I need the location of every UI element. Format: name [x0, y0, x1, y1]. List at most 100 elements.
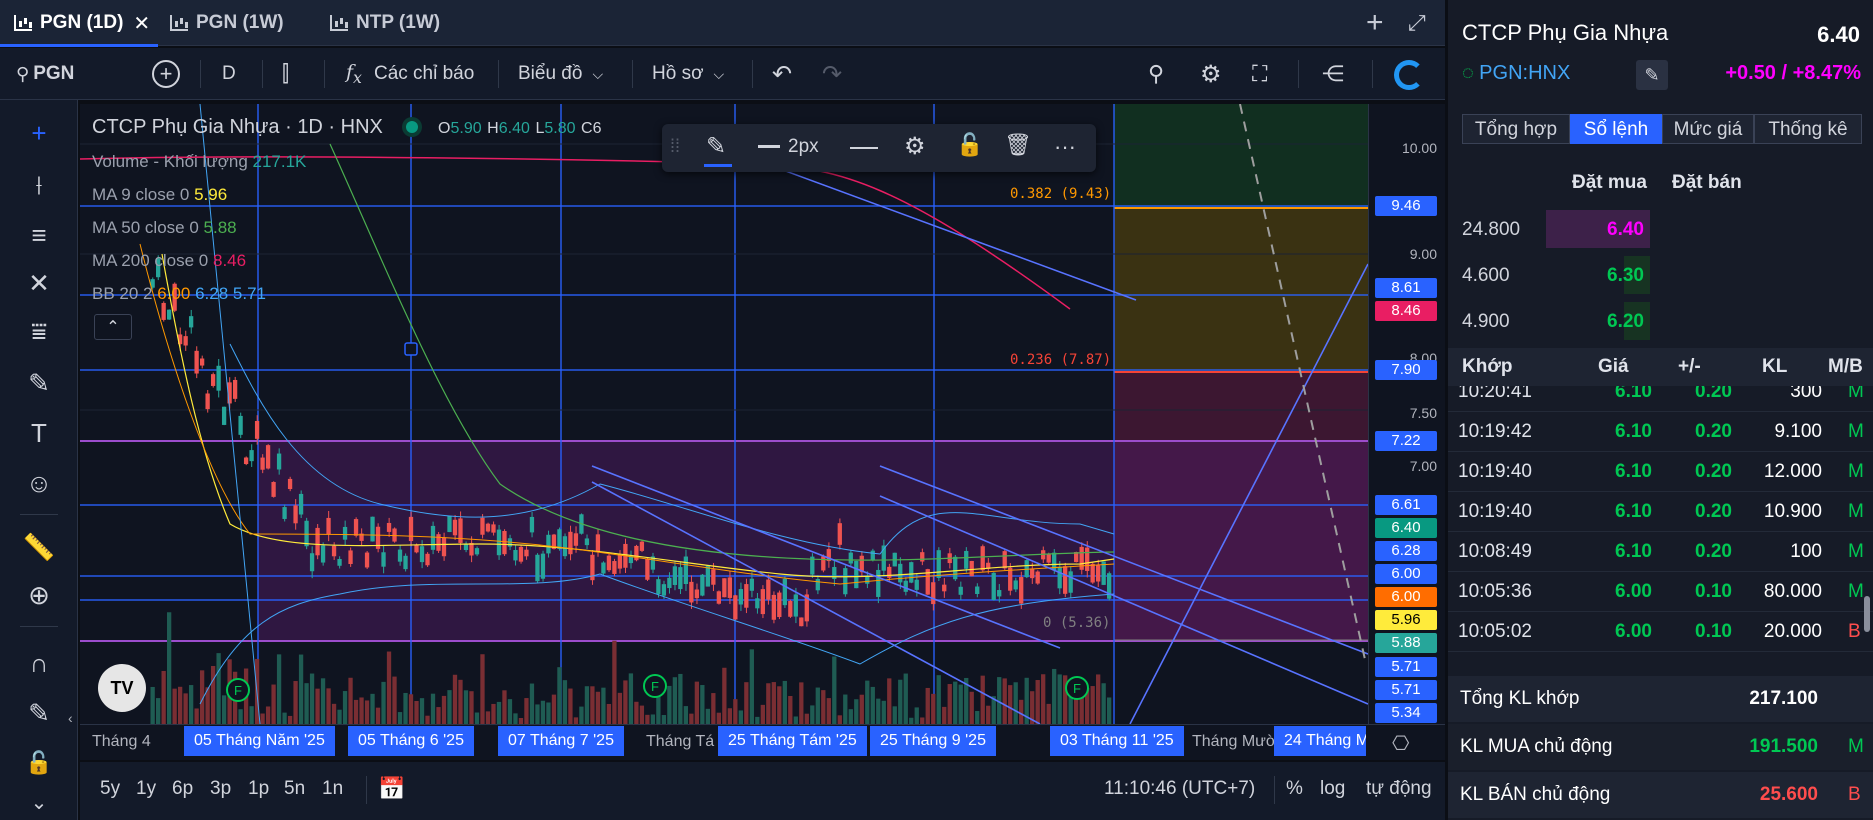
collapse-legend-button[interactable]: ⌃ — [94, 314, 132, 340]
range-1d[interactable]: 1n — [322, 778, 343, 800]
range-3m[interactable]: 3p — [210, 778, 231, 800]
fib-tool-icon[interactable]: ⩸ — [22, 314, 56, 348]
clock-label[interactable]: 11:10:46 (UTC+7) — [1104, 778, 1255, 800]
candle-body — [557, 529, 562, 549]
price-chart[interactable]: F F F 0.382 (9.43) 0.236 (7.87) 0 (5.36)… — [80, 104, 1368, 724]
auto-scale-toggle[interactable]: tự động — [1366, 778, 1432, 800]
time-axis[interactable]: Tháng 4 Tháng Tá Tháng Mười 05 Tháng Năm… — [80, 724, 1445, 760]
candle-type-icon[interactable]: ⫿ — [282, 60, 289, 88]
tab-pgn-1d[interactable]: PGN (1D) ✕ — [14, 10, 150, 36]
range-1m[interactable]: 1p — [248, 778, 269, 800]
add-tab-icon[interactable]: + — [1366, 6, 1384, 40]
range-5d[interactable]: 5n — [284, 778, 305, 800]
date-range-icon[interactable]: 📅 — [378, 776, 405, 802]
volume-bar — [986, 705, 991, 724]
tab-ntp-1w[interactable]: NTP (1W) — [330, 10, 440, 36]
symbol-search[interactable]: ⚲ PGN — [16, 60, 74, 88]
ma9-legend[interactable]: MA 9 close 0 5.96 — [92, 185, 227, 205]
settings-icon[interactable]: ⚙ — [904, 132, 926, 161]
magnet-icon[interactable]: ∩ — [22, 646, 56, 680]
settings-icon[interactable]: ⚙ — [1200, 60, 1222, 88]
volume-bar — [485, 711, 491, 724]
trend-line-icon[interactable]: ⟊ — [22, 168, 56, 202]
share-icon[interactable]: ⋲ — [1322, 60, 1344, 88]
redo-icon[interactable]: ↷ — [822, 60, 842, 88]
drag-handle-icon[interactable]: ⁞⁞ — [670, 136, 680, 157]
emoji-icon[interactable]: ☺ — [22, 466, 56, 500]
tab-pgn-1w[interactable]: PGN (1W) — [170, 10, 284, 36]
axis-settings-icon[interactable]: ⎔ — [1392, 731, 1409, 756]
text-icon[interactable]: T — [22, 416, 56, 450]
volume-legend[interactable]: Volume - Khối lượng 217.1K — [92, 152, 306, 172]
candle-body — [782, 578, 787, 606]
trash-icon[interactable]: 🗑 — [1004, 132, 1032, 158]
scrollbar[interactable] — [1864, 596, 1870, 632]
undo-icon[interactable]: ↶ — [772, 60, 792, 88]
line-width-button[interactable]: 2px — [758, 136, 819, 158]
drawing-tools-sidebar: + ⟊ ≡ ✕ ⩸ ✎ T ☺ 📏 ⊕ ∩ ✎ 🔓 ⌄ — [0, 100, 78, 820]
quick-search-icon[interactable]: ⚲ — [1148, 60, 1164, 88]
bb-legend[interactable]: BB 20 2 6.00 6.28 5.71 — [92, 284, 266, 304]
range-1y[interactable]: 1y — [136, 778, 156, 800]
volume-bar — [463, 690, 469, 724]
candle-body — [326, 517, 331, 535]
close-icon[interactable]: ✕ — [133, 11, 150, 36]
refresh-icon[interactable]: ◌ — [1462, 62, 1474, 84]
ruler-icon[interactable]: 📏 — [22, 530, 56, 564]
pencil-icon[interactable]: ✎ — [706, 132, 726, 161]
trades-list[interactable]: 10:20:41 6.10 0.20 300 M 10:19:42 6.10 0.20 9.10… — [1448, 386, 1873, 674]
candle-body — [260, 457, 265, 470]
range-5y[interactable]: 5y — [100, 778, 120, 800]
expand-icon[interactable]: ⤢ — [1408, 10, 1426, 36]
ma200-legend[interactable]: MA 200 close 0 8.46 — [92, 251, 246, 271]
ticker-label[interactable]: PGN:HNX — [1479, 62, 1570, 84]
ma50-legend[interactable]: MA 50 close 0 5.88 — [92, 218, 237, 238]
log-toggle[interactable]: log — [1320, 778, 1345, 800]
volume-bar — [298, 654, 304, 724]
candle-body — [392, 528, 397, 542]
ma9-value: 5.96 — [194, 185, 228, 204]
range-6m[interactable]: 6p — [172, 778, 193, 800]
crosshair-icon[interactable]: + — [22, 116, 56, 150]
collapse-sidebar-icon[interactable]: ‹ — [68, 710, 73, 726]
zoom-in-icon[interactable]: ⊕ — [22, 578, 56, 612]
candle-body — [540, 553, 546, 579]
fullscreen-icon[interactable]: ⛶ — [1252, 60, 1267, 88]
price-axis[interactable]: 10.00 9.00 8.00 7.50 7.00 9.46 8.61 8.46… — [1368, 104, 1445, 724]
volume-bar — [1008, 685, 1013, 724]
profile-menu[interactable]: Hồ sơ ⌵ — [652, 60, 724, 88]
more-icon[interactable]: ··· — [1054, 134, 1076, 160]
lock-icon[interactable]: 🔓 — [22, 746, 56, 780]
volume-bar — [419, 698, 425, 724]
tab-thong-ke[interactable]: Thống kê — [1754, 114, 1862, 144]
chevron-down-icon[interactable]: ⌄ — [22, 786, 56, 820]
interval-button[interactable]: D — [222, 60, 236, 88]
volume-bar — [606, 703, 612, 724]
compare-add-icon[interactable]: + — [152, 60, 180, 88]
volume-bar — [579, 706, 584, 724]
chart-menu[interactable]: Biểu đồ ⌵ — [518, 60, 603, 88]
trade-price: 6.10 — [1615, 421, 1652, 442]
tab-so-lenh[interactable]: Sổ lệnh — [1570, 114, 1662, 144]
volume-bar — [430, 693, 436, 724]
indicators-button[interactable]: fx Các chỉ báo — [346, 60, 474, 88]
volume-bar — [650, 714, 656, 724]
candle-body — [793, 594, 798, 617]
volume-bar — [975, 711, 980, 724]
volume-bar — [496, 701, 502, 724]
percent-toggle[interactable]: % — [1286, 778, 1303, 800]
tab-muc-gia[interactable]: Mức giá — [1662, 114, 1754, 144]
pitchfork-icon[interactable]: ✕ — [22, 266, 56, 300]
candle-body — [705, 565, 711, 587]
symbol-label: PGN — [33, 63, 75, 84]
horizontal-lines-icon[interactable]: ≡ — [22, 218, 56, 252]
line-style-icon[interactable] — [850, 147, 878, 149]
market-status-icon — [406, 121, 419, 133]
unlock-icon[interactable]: 🔓 — [956, 132, 983, 158]
lock-drawing-icon[interactable]: ✎ — [22, 696, 56, 730]
edit-icon[interactable]: ✎ — [1636, 60, 1668, 90]
tradingview-logo-icon[interactable]: TV — [98, 664, 146, 712]
tab-tong-hop[interactable]: Tổng hợp — [1462, 114, 1570, 144]
brush-icon[interactable]: ✎ — [22, 366, 56, 400]
trade-row: 10:19:42 6.10 0.20 9.100 M — [1448, 412, 1873, 452]
